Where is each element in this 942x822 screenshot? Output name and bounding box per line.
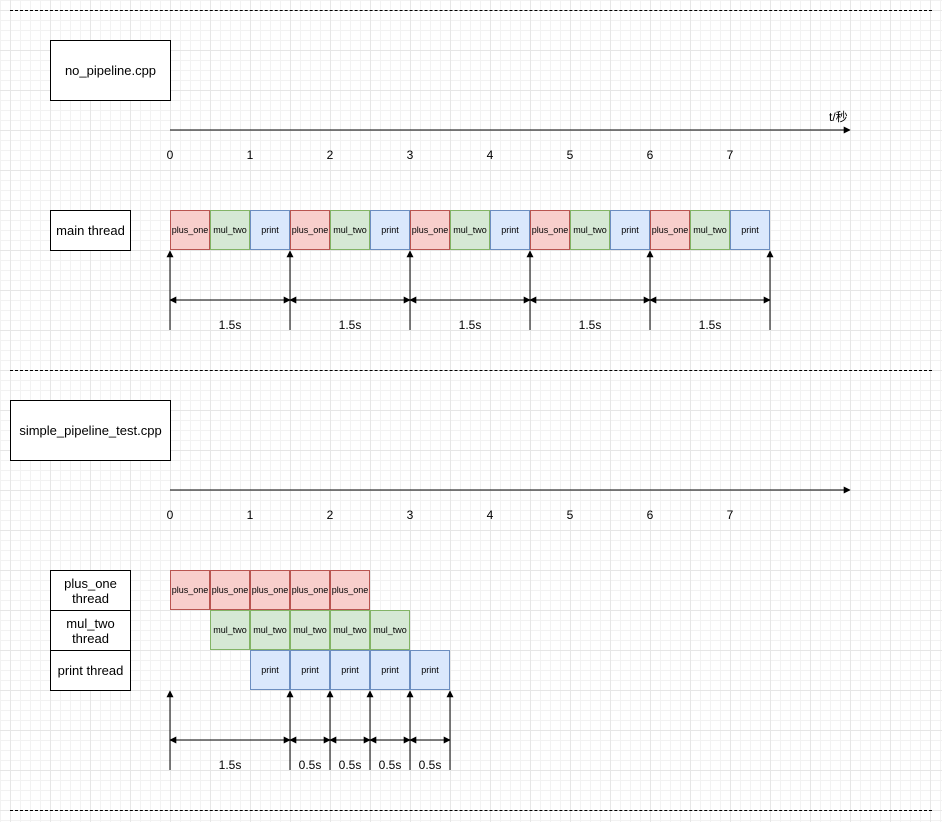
- arrows-overlay: [166, 126, 851, 770]
